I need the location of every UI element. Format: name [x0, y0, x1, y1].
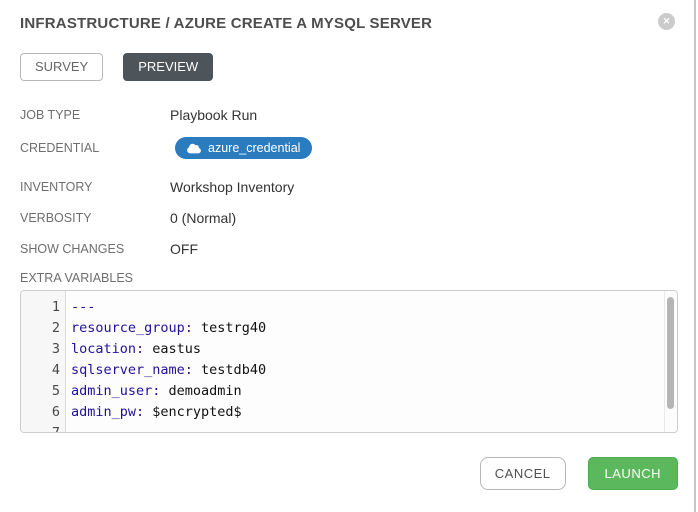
tabs: SURVEY PREVIEW [20, 53, 678, 81]
show-changes-label: SHOW CHANGES [20, 242, 170, 256]
detail-row-verbosity: VERBOSITY 0 (Normal) [20, 209, 678, 226]
detail-row-credential: CREDENTIAL azure_credential [20, 137, 678, 159]
tab-preview[interactable]: PREVIEW [123, 53, 213, 81]
editor-scrollbar-track[interactable] [664, 291, 677, 432]
inventory-label: INVENTORY [20, 180, 170, 194]
credential-badge[interactable]: azure_credential [175, 137, 312, 159]
line-number: 4 [21, 360, 66, 381]
line-number: 2 [21, 318, 66, 339]
editor-line: 5admin_user: demoadmin [21, 381, 677, 402]
code-text [66, 423, 71, 433]
detail-row-show-changes: SHOW CHANGES OFF [20, 240, 678, 257]
editor-line: 2resource_group: testrg40 [21, 318, 677, 339]
line-number: 1 [21, 297, 66, 318]
line-number: 7 [21, 423, 66, 433]
detail-row-job-type: JOB TYPE Playbook Run [20, 106, 678, 123]
code-text: sqlserver_name: testdb40 [66, 360, 266, 381]
editor-scrollbar-thumb[interactable] [667, 297, 674, 409]
extra-variables-editor[interactable]: 1---2resource_group: testrg403location: … [20, 290, 678, 433]
code-text: admin_pw: $encrypted$ [66, 402, 242, 423]
editor-line: 1--- [21, 297, 677, 318]
code-text: admin_user: demoadmin [66, 381, 242, 402]
job-type-label: JOB TYPE [20, 108, 170, 122]
modal-footer: CANCEL LAUNCH [20, 457, 678, 490]
code-text: --- [66, 297, 95, 318]
verbosity-label: VERBOSITY [20, 211, 170, 225]
code-text: resource_group: testrg40 [66, 318, 266, 339]
line-number: 3 [21, 339, 66, 360]
launch-button[interactable]: LAUNCH [588, 457, 678, 490]
code-text: location: eastus [66, 339, 201, 360]
modal-right-edge [694, 0, 696, 512]
job-launch-preview-modal: INFRASTRUCTURE / AZURE CREATE A MYSQL SE… [0, 0, 698, 512]
credential-label: CREDENTIAL [20, 141, 170, 155]
line-number: 6 [21, 402, 66, 423]
extra-variables-label: EXTRA VARIABLES [20, 271, 678, 285]
extra-variables-section: EXTRA VARIABLES 1---2resource_group: tes… [20, 271, 678, 433]
modal-title: INFRASTRUCTURE / AZURE CREATE A MYSQL SE… [20, 15, 678, 33]
line-number: 5 [21, 381, 66, 402]
editor-line: 3location: eastus [21, 339, 677, 360]
cloud-icon [187, 143, 201, 154]
inventory-value: Workshop Inventory [170, 179, 294, 195]
job-details: JOB TYPE Playbook Run CREDENTIAL azure_c… [20, 106, 678, 257]
verbosity-value: 0 (Normal) [170, 210, 236, 226]
show-changes-value: OFF [170, 241, 198, 257]
editor-line: 4sqlserver_name: testdb40 [21, 360, 677, 381]
job-type-value: Playbook Run [170, 107, 257, 123]
cancel-button[interactable]: CANCEL [480, 457, 566, 490]
editor-line: 6admin_pw: $encrypted$ [21, 402, 677, 423]
close-icon[interactable] [658, 13, 675, 30]
editor-lines: 1---2resource_group: testrg403location: … [21, 291, 677, 433]
credential-badge-label: azure_credential [208, 141, 300, 155]
detail-row-inventory: INVENTORY Workshop Inventory [20, 178, 678, 195]
tab-survey[interactable]: SURVEY [20, 53, 103, 81]
editor-line: 7 [21, 423, 677, 433]
